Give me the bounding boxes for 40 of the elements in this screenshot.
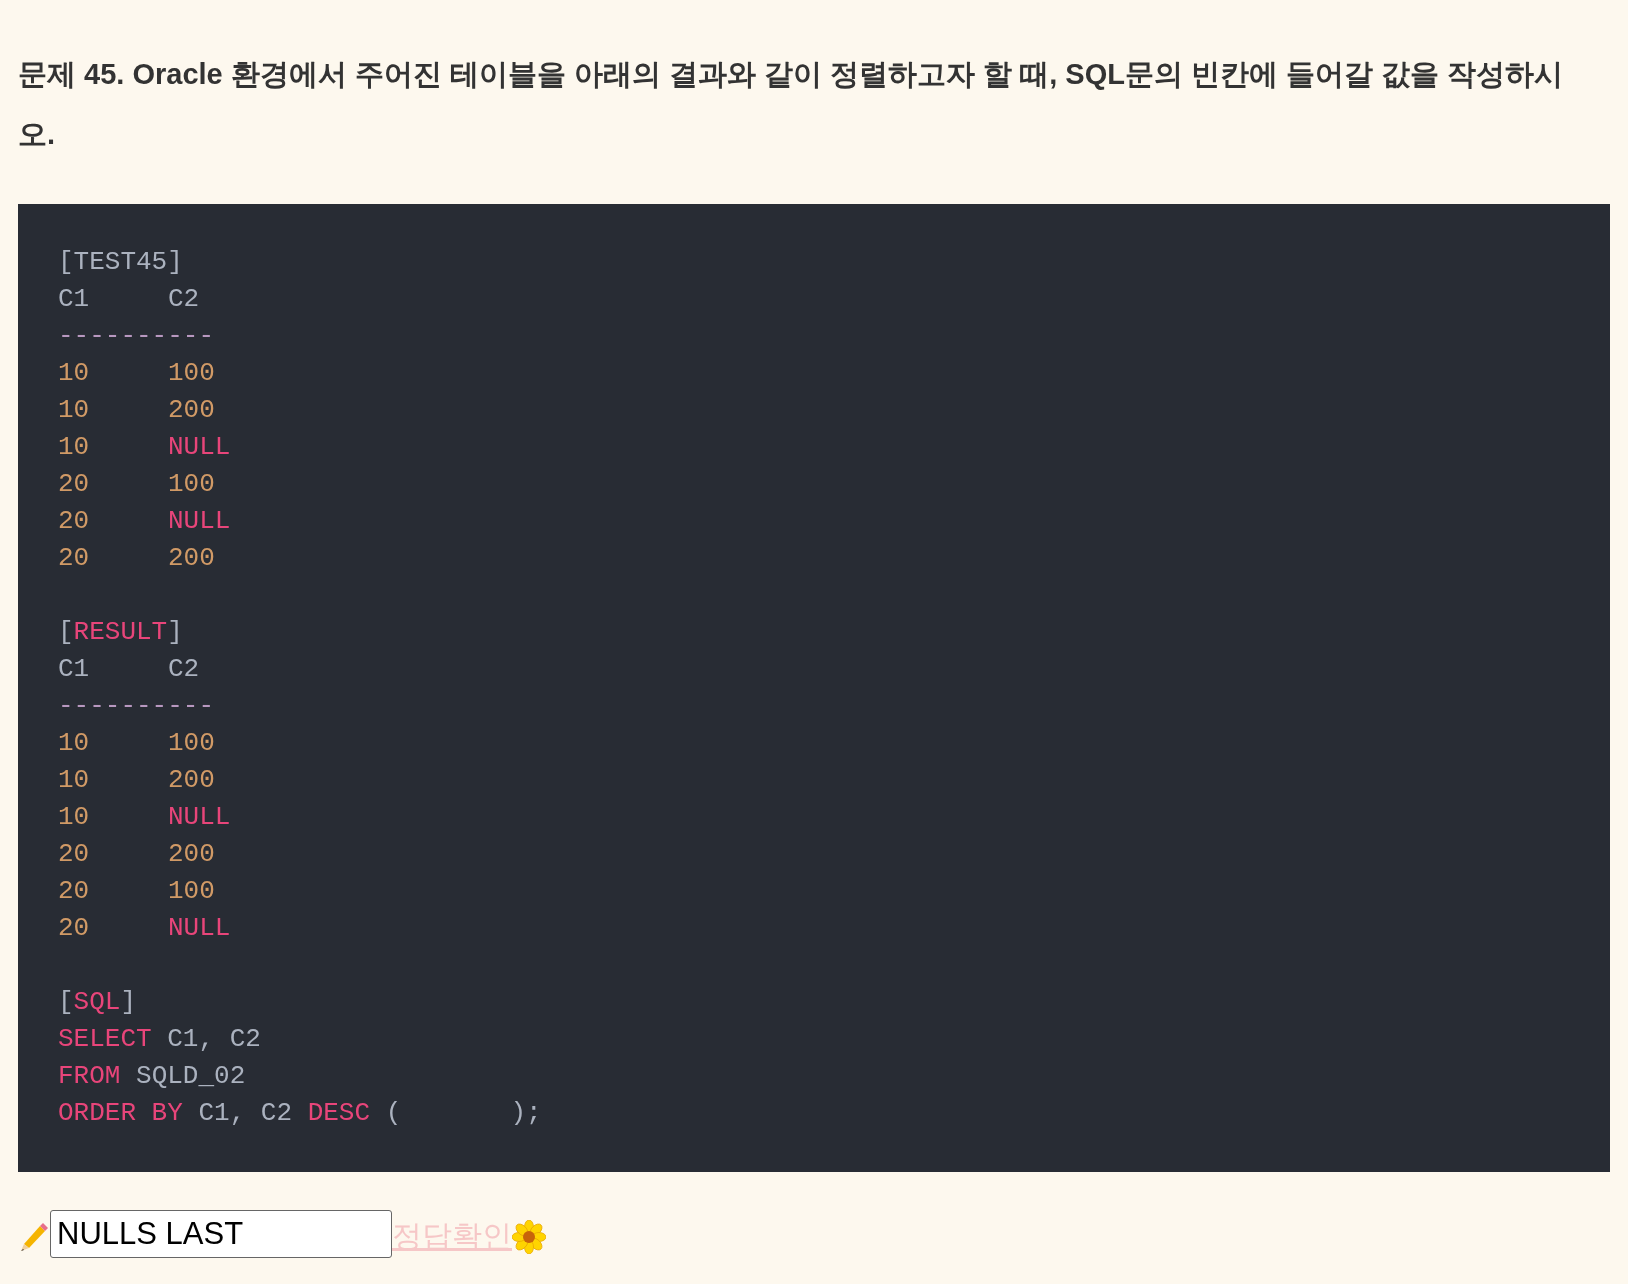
table-cell: 20 (58, 543, 90, 573)
column-header: C1 (58, 283, 91, 316)
table-cell: 100 (168, 728, 215, 758)
table-cell: 10 (58, 395, 90, 425)
table-cell: NULL (168, 913, 231, 943)
table-cell: 10 (58, 765, 90, 795)
table-cell: 20 (58, 506, 90, 536)
table-cell: 10 (58, 802, 90, 832)
answer-field[interactable]: NULLS LAST (50, 1210, 392, 1258)
table-cell: 10 (58, 432, 90, 462)
table-cell: 200 (168, 395, 215, 425)
pencil-icon (18, 1220, 50, 1252)
table-cell: NULL (168, 432, 231, 462)
table-cell: NULL (168, 802, 231, 832)
section-label: [TEST45] (58, 246, 183, 279)
section-label: [SQL] (58, 986, 137, 1019)
table-cell: 20 (58, 876, 90, 906)
table-cell: 10 (58, 358, 90, 388)
table-cell: NULL (168, 506, 231, 536)
table-cell: 200 (168, 765, 215, 795)
table-cell: 20 (58, 913, 90, 943)
table-cell: 100 (168, 876, 215, 906)
column-header: C2 (168, 653, 201, 686)
column-header: C1 (58, 653, 91, 686)
table-cell: 20 (58, 469, 90, 499)
code-line: SELECT C1, C2 (58, 1023, 261, 1056)
table-cell: 200 (168, 543, 215, 573)
table-cell: 10 (58, 728, 90, 758)
code-line: ORDER BY C1, C2 DESC ( ); (58, 1097, 542, 1130)
table-cell: 20 (58, 839, 90, 869)
question-text: 문제 45. Oracle 환경에서 주어진 테이블을 아래의 결과와 같이 정렬하고자 할 때, SQL문의 빈칸에 들어갈 값을 작성하시오. (18, 57, 1565, 152)
section-label: [RESULT] (58, 616, 183, 649)
table-cell: 100 (168, 469, 215, 499)
divider-line: ---------- (58, 690, 215, 723)
code-line: FROM SQLD_02 (58, 1060, 246, 1093)
table-cell: 100 (168, 358, 215, 388)
flower-icon (512, 1220, 546, 1254)
divider-line: ---------- (58, 320, 215, 353)
column-header: C2 (168, 283, 201, 316)
table-cell: 200 (168, 839, 215, 869)
